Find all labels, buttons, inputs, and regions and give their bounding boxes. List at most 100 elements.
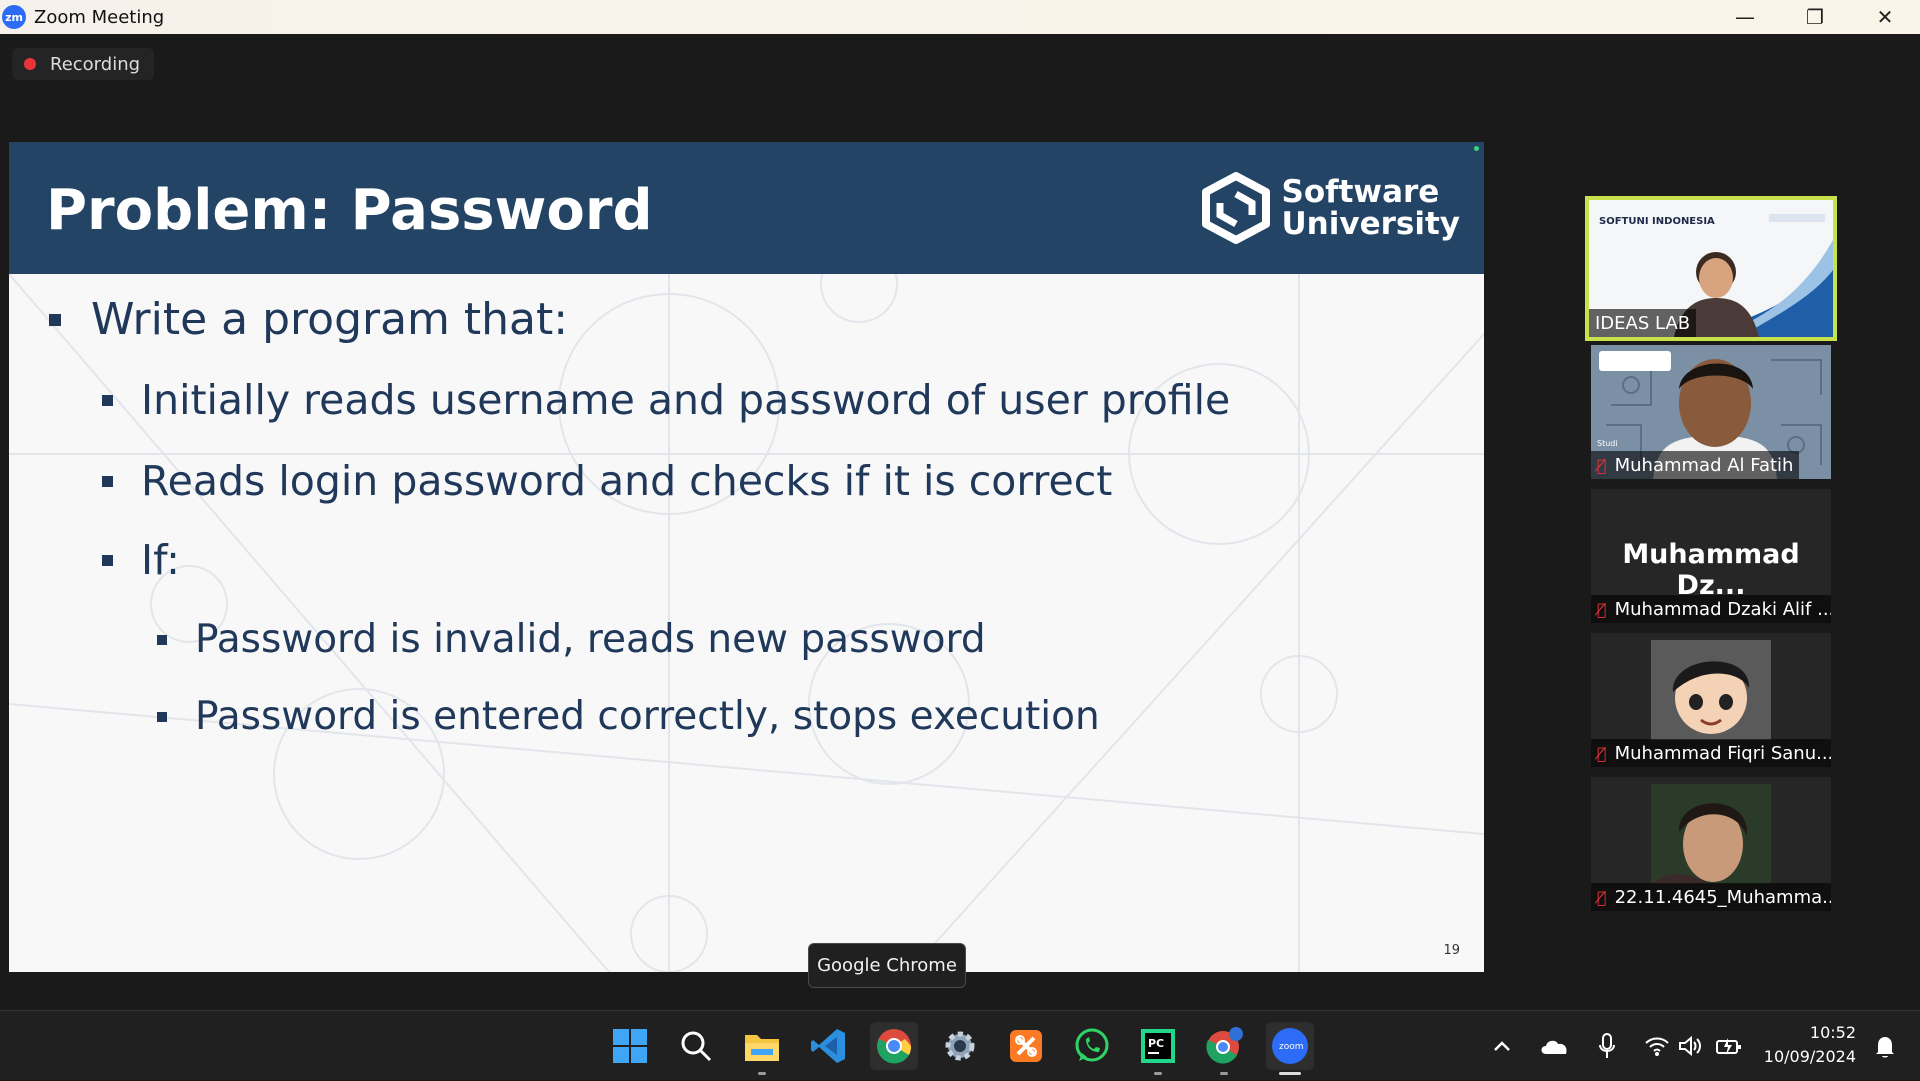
clock-time: 10:52 [1809, 1023, 1856, 1042]
bullet-level-2: If: [102, 536, 180, 584]
participant-tile-fiqri[interactable]: 🎙̸ Muhammad Fiqri Sanu... [1591, 633, 1831, 767]
brand-name: Software University [1282, 176, 1461, 240]
clock-date: 10/09/2024 [1763, 1047, 1856, 1066]
pycharm-icon: PC [1141, 1029, 1175, 1063]
sharing-status-dot [1474, 146, 1479, 151]
close-button[interactable]: ✕ [1850, 0, 1920, 34]
participant-name-text: IDEAS LAB [1595, 312, 1691, 334]
window-title-bar: zm Zoom Meeting — ❐ ✕ [0, 0, 1920, 34]
participant-avatar [1651, 784, 1771, 884]
xampp-icon [1010, 1030, 1042, 1062]
windows-taskbar: PC zoom 10:52 10/09/2024 [0, 1010, 1920, 1080]
running-indicator [1154, 1072, 1162, 1075]
zoom-button[interactable]: zoom [1266, 1022, 1314, 1075]
slide-header: Problem: Password Software University [9, 142, 1484, 274]
bullet-text: Reads login password and checks if it is… [141, 457, 1113, 505]
participant-name: 🎙̸ Muhammad Al Fatih [1591, 451, 1800, 479]
slide-title: Problem: Password [46, 178, 653, 243]
restore-button[interactable]: ❐ [1780, 0, 1850, 34]
pycharm-button[interactable]: PC [1134, 1022, 1182, 1075]
bullet-text: Password is entered correctly, stops exe… [195, 694, 1100, 739]
zoom-icon: zoom [1272, 1028, 1308, 1064]
gear-icon [945, 1031, 975, 1061]
chevron-up-icon[interactable] [1492, 1039, 1512, 1053]
slide-body: Write a program that: Initially reads us… [9, 274, 1484, 972]
brand-line-1: Software [1281, 174, 1440, 210]
whatsapp-button[interactable] [1068, 1022, 1116, 1070]
chrome-icon [877, 1029, 912, 1064]
xampp-button[interactable] [1002, 1022, 1050, 1070]
participant-name-text: Muhammad Fiqri Sanu... [1614, 742, 1831, 764]
background-sign-text: Studi [1597, 439, 1618, 448]
window-title: Zoom Meeting [34, 6, 165, 28]
chrome-profile-icon [1206, 1027, 1243, 1064]
system-tray [1492, 1011, 1742, 1081]
window-controls: — ❐ ✕ [1710, 0, 1920, 34]
chrome-profile-button[interactable] [1200, 1022, 1248, 1075]
speaker-icon[interactable] [1678, 1035, 1702, 1057]
windows-start-button[interactable] [606, 1022, 654, 1070]
mic-muted-icon: 🎙̸ [1597, 743, 1607, 763]
recording-indicator[interactable]: Recording [12, 48, 155, 80]
bullet-square-icon [157, 634, 167, 645]
running-indicator [758, 1072, 766, 1075]
participant-tile-dzaki[interactable]: Muhammad Dz... 🎙̸ Muhammad Dzaki Alif ..… [1591, 489, 1831, 623]
bullet-text: Write a program that: [91, 294, 569, 345]
bullet-text: Initially reads username and password of… [141, 376, 1231, 424]
recording-dot-icon [24, 58, 36, 70]
participant-avatar [1651, 640, 1771, 740]
bullet-level-2: Reads login password and checks if it is… [102, 457, 1112, 505]
pycharm-label: PC [1148, 1037, 1164, 1050]
folder-icon [745, 1035, 779, 1061]
bullet-square-icon [102, 554, 113, 566]
bullet-text: If: [141, 536, 180, 584]
bullet-square-icon [49, 313, 61, 326]
participant-name-text: Muhammad Dzaki Alif ... [1614, 598, 1831, 620]
participant-tile-22-11-4645[interactable]: 🎙̸ 22.11.4645_Muhamma... [1591, 777, 1831, 911]
participant-name-text: 22.11.4645_Muhamma... [1614, 886, 1831, 908]
wifi-icon[interactable] [1644, 1035, 1670, 1057]
active-indicator [1279, 1072, 1301, 1075]
mic-muted-icon: 🎙̸ [1597, 599, 1607, 619]
bullet-level-1: Write a program that: [49, 294, 568, 345]
mic-muted-icon: 🎙̸ [1597, 455, 1607, 475]
participant-banner: SOFTUNI INDONESIA [1599, 216, 1715, 227]
bullet-level-3: Password is invalid, reads new password [157, 617, 986, 662]
bullet-text: Password is invalid, reads new password [195, 617, 986, 662]
windows-logo-icon [613, 1029, 647, 1063]
participant-tile-al-fatih[interactable]: Studi 🎙̸ Muhammad Al Fatih [1591, 345, 1831, 479]
file-explorer-button[interactable] [738, 1022, 786, 1075]
settings-button[interactable] [936, 1022, 984, 1070]
recording-label: Recording [50, 53, 141, 75]
taskbar-tooltip: Google Chrome [808, 943, 966, 988]
onedrive-cloud-icon[interactable] [1540, 1037, 1568, 1055]
search-button[interactable] [672, 1022, 720, 1070]
zoom-app-icon: zm [2, 5, 26, 29]
participant-name: 🎙̸ Muhammad Dzaki Alif ... [1591, 595, 1831, 623]
slide-number: 19 [1443, 943, 1460, 958]
battery-charging-icon[interactable] [1716, 1036, 1742, 1056]
participant-name: 🎙̸ Muhammad Fiqri Sanu... [1591, 739, 1831, 767]
whatsapp-icon [1075, 1028, 1109, 1062]
zoom-label: zoom [1279, 1042, 1304, 1052]
participant-tile-ideas-lab[interactable]: SOFTUNI INDONESIA IDEAS LAB [1585, 196, 1837, 341]
notification-bell-icon[interactable] [1874, 1035, 1896, 1059]
vscode-button[interactable] [804, 1022, 852, 1070]
google-chrome-button[interactable] [870, 1022, 918, 1070]
minimize-button[interactable]: — [1710, 0, 1780, 34]
participant-name: IDEAS LAB [1589, 309, 1697, 337]
shared-screen-slide: Problem: Password Software University Wr… [9, 142, 1484, 972]
participant-display-name: Muhammad Dz... [1622, 539, 1800, 601]
softuni-logo-icon [1201, 172, 1270, 244]
mic-muted-icon: 🎙̸ [1597, 887, 1607, 907]
brand-line-2: University [1281, 206, 1461, 242]
search-icon [681, 1031, 712, 1062]
bullet-square-icon [157, 711, 167, 722]
participant-name-text: Muhammad Al Fatih [1614, 454, 1794, 476]
system-clock[interactable]: 10:52 10/09/2024 [1764, 1021, 1856, 1069]
softuni-logo: Software University [1198, 170, 1461, 246]
bullet-square-icon [102, 475, 113, 487]
microphone-icon[interactable] [1598, 1033, 1616, 1059]
bullet-level-3: Password is entered correctly, stops exe… [157, 694, 1100, 739]
bullet-level-2: Initially reads username and password of… [102, 376, 1230, 424]
